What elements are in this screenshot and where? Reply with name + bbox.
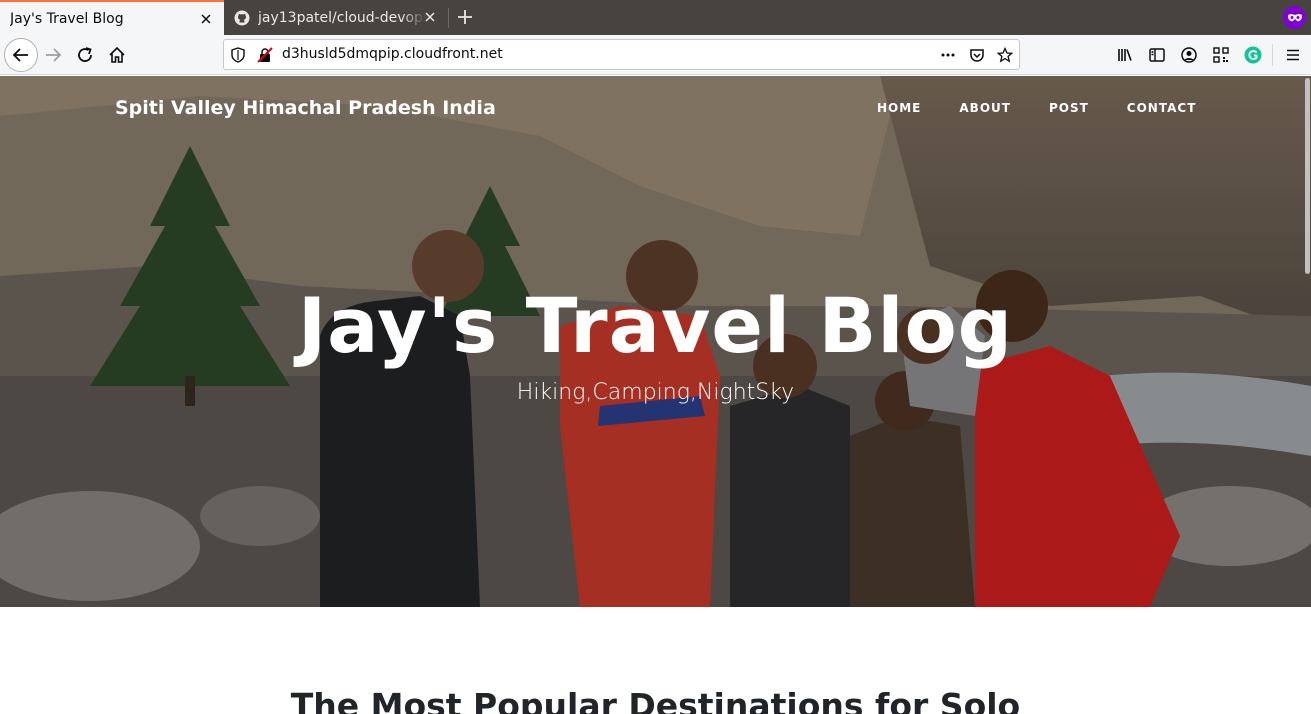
tab-strip: Jay's Travel Blog jay13patel/cloud-devop… <box>0 0 1311 35</box>
nav-link-contact[interactable]: CONTACT <box>1127 101 1197 115</box>
site-info-shield-icon[interactable] <box>230 47 246 63</box>
sidebar-icon[interactable] <box>1148 46 1166 64</box>
qr-code-extension-icon[interactable] <box>1212 46 1230 64</box>
hero-subtitle: Hiking,Camping,NightSky <box>516 380 795 405</box>
back-arrow-icon <box>12 48 28 62</box>
close-tab-icon[interactable] <box>198 11 214 27</box>
account-icon[interactable] <box>1180 46 1198 64</box>
home-button[interactable] <box>102 40 132 70</box>
tab-github-repo[interactable]: jay13patel/cloud-devops <box>224 0 448 35</box>
forward-button[interactable] <box>38 40 68 70</box>
reload-icon <box>78 47 92 62</box>
page-scrollbar[interactable] <box>1305 78 1310 274</box>
tab-separator <box>448 8 449 28</box>
private-browsing-mask-icon <box>1283 6 1306 29</box>
navigation-toolbar: d3husld5dmqpip.cloudfront.net <box>0 35 1311 75</box>
nav-link-about[interactable]: ABOUT <box>959 101 1011 115</box>
close-tab-icon[interactable] <box>422 9 438 25</box>
reload-button[interactable] <box>70 40 100 70</box>
toolbar-separator <box>1272 44 1273 66</box>
tab-jays-travel-blog[interactable]: Jay's Travel Blog <box>0 0 224 35</box>
web-page: Spiti Valley Himachal Pradesh India HOME… <box>0 76 1311 714</box>
github-icon <box>234 10 250 26</box>
site-navigation: HOME ABOUT POST CONTACT <box>877 101 1234 115</box>
url-text: d3husld5dmqpip.cloudfront.net <box>282 46 503 62</box>
tab-title: jay13patel/cloud-devops <box>258 9 426 26</box>
bookmark-star-icon[interactable] <box>996 46 1014 63</box>
home-icon <box>109 46 125 63</box>
back-button[interactable] <box>4 38 38 72</box>
library-icon[interactable] <box>1116 46 1134 64</box>
pocket-icon[interactable] <box>969 47 985 63</box>
hamburger-menu-icon[interactable] <box>1284 46 1302 64</box>
section-heading: The Most Popular Destinations for Solo <box>290 686 1021 714</box>
new-tab-plus-icon[interactable] <box>456 8 474 26</box>
nav-link-post[interactable]: POST <box>1049 101 1089 115</box>
page-actions-menu-icon[interactable] <box>940 47 956 63</box>
tab-title: Jay's Travel Blog <box>10 10 124 27</box>
url-bar[interactable]: d3husld5dmqpip.cloudfront.net <box>223 39 1020 70</box>
hero-title: Jay's Travel Blog <box>297 281 1014 370</box>
forward-arrow-icon <box>46 48 62 62</box>
hero-banner: Spiti Valley Himachal Pradesh India HOME… <box>0 76 1311 607</box>
insecure-lock-icon[interactable] <box>257 47 273 63</box>
site-brand[interactable]: Spiti Valley Himachal Pradesh India <box>115 97 496 119</box>
nav-link-home[interactable]: HOME <box>877 101 921 115</box>
grammarly-icon[interactable] <box>1244 46 1262 64</box>
